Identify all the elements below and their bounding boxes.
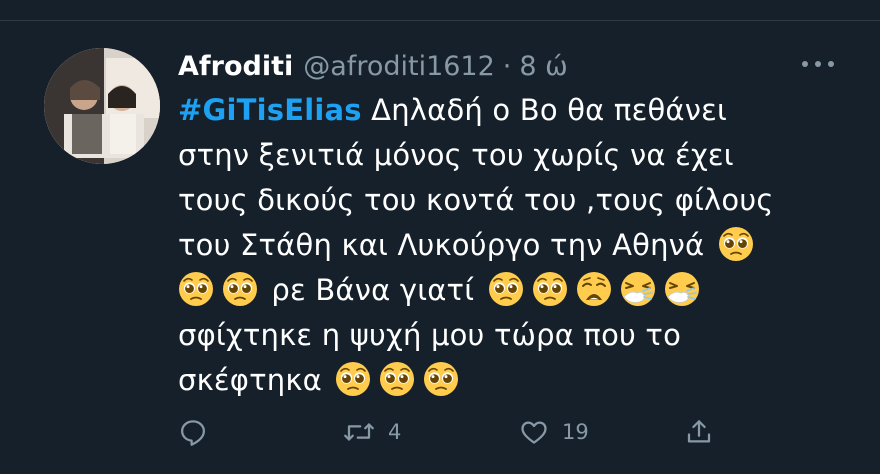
tweet-line-3: τους δικούς του κοντά του ,τους φίλους — [178, 183, 774, 217]
hashtag-link[interactable]: #GiTisElias — [178, 93, 362, 127]
sneezing-face-emoji — [620, 271, 656, 307]
reply-icon — [181, 420, 205, 446]
share-button[interactable] — [684, 412, 726, 452]
author-handle[interactable]: @afroditi1612 — [303, 51, 495, 82]
tweet-line-4: του Στάθη και Λυκούργο την Αθηνά — [178, 223, 828, 268]
tweet-line-text: ρε Βάνα γιατί — [271, 273, 475, 307]
retweet-count: 4 — [388, 420, 402, 444]
tweet-line-1: #GiTisElias Δηλαδή ο Βο θα πεθάνει — [178, 88, 828, 133]
tweet-line-text: σκέφτηκα — [178, 363, 322, 397]
heart-icon — [521, 421, 547, 444]
pleading-face-emoji — [532, 271, 568, 307]
more-options-icon[interactable] — [802, 58, 834, 70]
pleading-face-emoji — [423, 361, 459, 397]
tweet-line-text: Δηλαδή ο Βο θα πεθάνει — [371, 93, 727, 127]
sneezing-face-emoji — [664, 271, 700, 307]
retweet-button[interactable]: 4 — [342, 412, 401, 452]
avatar[interactable] — [44, 48, 160, 164]
tweet-text: #GiTisElias Δηλαδή ο Βο θα πεθάνει στην … — [178, 88, 828, 403]
tweet-time[interactable]: 8 ώ — [519, 51, 567, 82]
tweet-actions: 4 19 — [178, 412, 738, 452]
tweet-line-7: σκέφτηκα — [178, 358, 828, 403]
like-count: 19 — [562, 420, 589, 444]
pleading-face-emoji — [718, 226, 754, 262]
pleading-face-emoji — [178, 271, 214, 307]
header-separator: · — [502, 50, 512, 82]
pleading-face-emoji — [488, 271, 524, 307]
like-button[interactable]: 19 — [518, 412, 589, 452]
author-name[interactable]: Afroditi — [178, 51, 293, 82]
pleading-face-emoji — [335, 361, 371, 397]
retweet-icon — [344, 423, 374, 441]
top-divider — [0, 20, 880, 21]
avatar-photo — [44, 48, 160, 164]
tweet-line-6: σφίχτηκε η ψυχή μου τώρα που το — [178, 318, 682, 352]
pleading-face-emoji — [379, 361, 415, 397]
tweet-line-2: στην ξενιτιά μόνος του χωρίς να έχει — [178, 138, 734, 172]
share-icon — [687, 420, 711, 443]
tweet-line-text: του Στάθη και Λυκούργο την Αθηνά — [178, 228, 705, 262]
tweet-header: Afroditi @afroditi1612 · 8 ώ — [178, 46, 568, 86]
weary-face-emoji — [576, 271, 612, 307]
pleading-face-emoji — [222, 271, 258, 307]
tweet-line-5: ρε Βάνα γιατί — [178, 268, 828, 313]
reply-button[interactable] — [178, 412, 220, 452]
